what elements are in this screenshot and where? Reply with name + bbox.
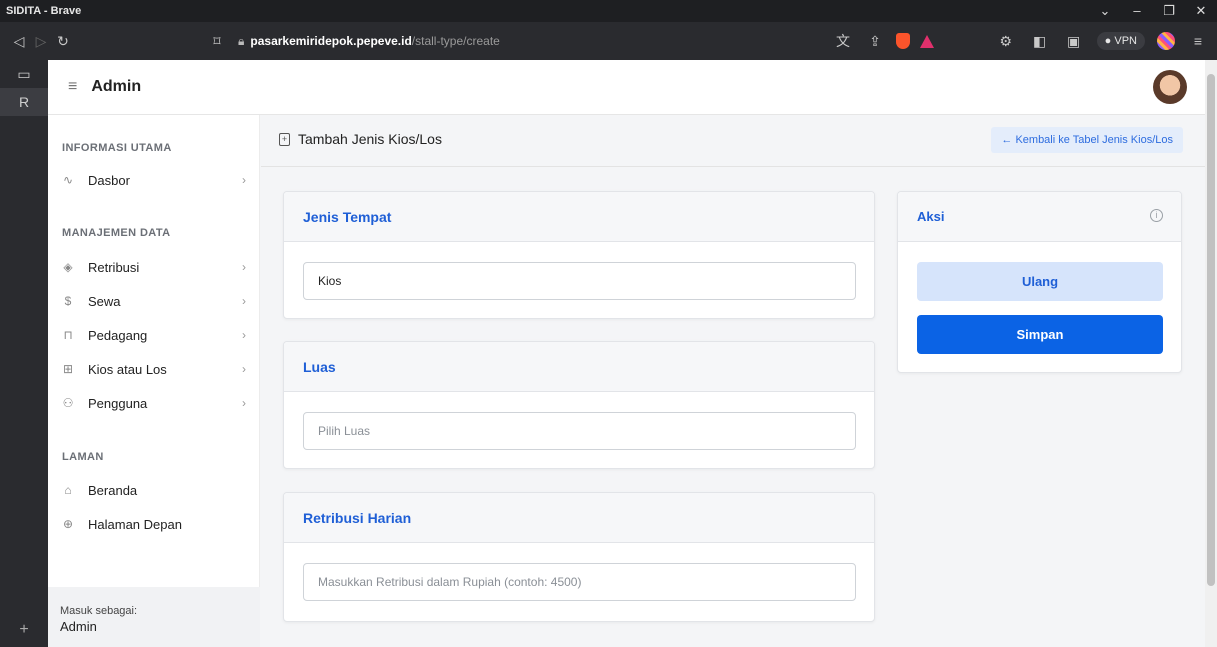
sidebar-item-halaman-depan[interactable]: ⊕ Halaman Depan	[48, 510, 260, 538]
sidebar-item-label: Dasbor	[88, 172, 130, 188]
page-title: Tambah Jenis Kios/Los	[298, 131, 442, 147]
window-controls: ⌄ – ❐ ✕	[1089, 0, 1217, 22]
sidebar-item-dasbor[interactable]: ∿ Dasbor ›	[48, 166, 260, 194]
login-label: Masuk sebagai:	[60, 605, 138, 617]
sidebar-item-label: Pengguna	[88, 395, 148, 411]
window-title: SIDITA - Brave	[6, 5, 82, 17]
bookmark-icon[interactable]: ⌑	[206, 33, 228, 50]
url-path: /stall-type/create	[411, 34, 500, 48]
card-jenis-tempat: Jenis Tempat Kios	[283, 191, 875, 319]
info-icon[interactable]: i	[1150, 209, 1163, 222]
box-icon: ◈	[63, 260, 73, 274]
card-title: Jenis Tempat	[303, 209, 392, 225]
card-header: Luas	[284, 342, 874, 392]
share-icon[interactable]: ⇪	[864, 33, 886, 50]
sidebar-item-label: Kios atau Los	[88, 361, 167, 377]
login-user: Admin	[60, 619, 97, 634]
translate-icon[interactable]: 文	[832, 31, 854, 51]
app-sidebar: INFORMASI UTAMA ∿ Dasbor › MANAJEMEN DAT…	[48, 115, 260, 647]
sidebar-item-label: Halaman Depan	[88, 516, 182, 532]
reading-list-icon[interactable]: R	[0, 88, 48, 116]
map-icon: ⊞	[62, 362, 74, 376]
chevron-right-icon: ›	[242, 173, 246, 187]
forward-icon[interactable]: ▷	[30, 33, 52, 50]
sidebar-item-retribusi[interactable]: ◈ Retribusi ›	[48, 253, 260, 281]
vpn-button[interactable]: ● VPN	[1096, 32, 1145, 50]
card-aksi: Aksi i Ulang Simpan	[897, 191, 1182, 373]
card-retribusi-harian: Retribusi Harian Masukkan Retribusi dala…	[283, 492, 875, 622]
section-informasi-utama: INFORMASI UTAMA	[62, 142, 172, 154]
sidebar-item-label: Retribusi	[88, 259, 140, 275]
card-title: Luas	[303, 359, 336, 375]
browser-sidebar: ▭ R +	[0, 60, 48, 647]
sidebar-item-label: Beranda	[88, 482, 138, 498]
leo-ai-icon[interactable]	[1157, 32, 1175, 50]
activity-icon: ∿	[62, 173, 74, 187]
users-icon: ⚇	[62, 396, 74, 410]
sidebar-item-beranda[interactable]: ⌂ Beranda	[48, 476, 260, 504]
save-button[interactable]: Simpan	[917, 315, 1163, 354]
section-manajemen-data: MANAJEMEN DATA	[62, 227, 171, 239]
store-icon: ⊓	[63, 328, 73, 342]
dollar-icon: $	[64, 294, 72, 308]
section-laman: LAMAN	[62, 451, 104, 463]
home-icon: ⌂	[64, 483, 72, 497]
chevron-right-icon: ›	[242, 396, 246, 410]
back-to-table-button[interactable]: ← Kembali ke Tabel Jenis Kios/Los	[991, 127, 1183, 153]
maximize-icon[interactable]: ❐	[1153, 0, 1185, 22]
brave-shields-icon[interactable]	[896, 33, 910, 49]
hamburger-icon[interactable]: ≡	[68, 78, 77, 96]
sidebar-panel-icon[interactable]: ▭	[0, 60, 48, 88]
avatar[interactable]	[1153, 70, 1187, 104]
retribusi-input[interactable]: Masukkan Retribusi dalam Rupiah (contoh:…	[303, 563, 856, 601]
wallet-icon[interactable]: ▣	[1063, 33, 1085, 50]
card-title: Retribusi Harian	[303, 510, 412, 526]
chevron-right-icon: ›	[242, 362, 246, 376]
add-sidebar-item-icon[interactable]: +	[0, 621, 48, 639]
sidebar-item-pengguna[interactable]: ⚇ Pengguna ›	[48, 389, 260, 417]
chevron-right-icon: ›	[242, 294, 246, 308]
card-luas: Luas Pilih Luas	[283, 341, 875, 469]
page-scrollbar[interactable]	[1205, 60, 1217, 647]
sidebar-item-sewa[interactable]: $ Sewa ›	[48, 287, 260, 315]
card-header: Retribusi Harian	[284, 493, 874, 543]
close-icon[interactable]: ✕	[1185, 0, 1217, 22]
chevron-right-icon: ›	[242, 260, 246, 274]
app-header: ≡ Admin	[48, 60, 1205, 115]
scrollbar-thumb[interactable]	[1207, 74, 1215, 586]
sidebar-item-kios-atau-los[interactable]: ⊞ Kios atau Los ›	[48, 355, 260, 383]
reset-button[interactable]: Ulang	[917, 262, 1163, 301]
address-bar-actions: 文 ⇪	[832, 28, 934, 54]
tab-search-icon[interactable]: ⌄	[1089, 0, 1121, 22]
lock-icon: 🔒︎	[238, 33, 245, 48]
card-header: Aksi i	[898, 192, 1181, 242]
login-info: Masuk sebagai: Admin	[48, 587, 260, 647]
sidebar-item-label: Pedagang	[88, 327, 148, 343]
sidebar-toggle-icon[interactable]: ◧	[1029, 33, 1051, 50]
app-viewport: ≡ Admin INFORMASI UTAMA ∿ Dasbor › MANAJ…	[48, 60, 1205, 647]
menu-icon[interactable]: ≡	[1187, 33, 1209, 49]
card-header: Jenis Tempat	[284, 192, 874, 242]
jenis-tempat-select[interactable]: Kios	[303, 262, 856, 300]
extensions-icon[interactable]: ⚙	[995, 33, 1017, 50]
app-title: Admin	[91, 78, 142, 95]
reload-icon[interactable]: ↻	[52, 33, 74, 50]
url-host: pasarkemiridepok.pepeve.id	[250, 34, 412, 48]
luas-select[interactable]: Pilih Luas	[303, 412, 856, 450]
toolbar-right: ⚙ ◧ ▣ ● VPN ≡	[995, 28, 1209, 54]
page-title-wrap: + Tambah Jenis Kios/Los	[279, 131, 442, 147]
file-plus-icon: +	[279, 132, 290, 146]
page-header: + Tambah Jenis Kios/Los ← Kembali ke Tab…	[261, 115, 1205, 167]
sidebar-item-pedagang[interactable]: ⊓ Pedagang ›	[48, 321, 260, 349]
chevron-right-icon: ›	[242, 328, 246, 342]
globe-icon: ⊕	[62, 517, 74, 531]
card-title: Aksi	[917, 209, 945, 224]
brave-rewards-icon[interactable]	[920, 34, 934, 48]
minimize-icon[interactable]: –	[1121, 0, 1153, 22]
back-icon[interactable]: ◁	[8, 33, 30, 50]
sidebar-item-label: Sewa	[88, 293, 121, 309]
browser-titlebar: SIDITA - Brave ⌄ – ❐ ✕	[0, 0, 1217, 22]
browser-toolbar: ◁ ▷ ↻ ⌑ 🔒︎ pasarkemiridepok.pepeve.id/st…	[0, 22, 1217, 60]
